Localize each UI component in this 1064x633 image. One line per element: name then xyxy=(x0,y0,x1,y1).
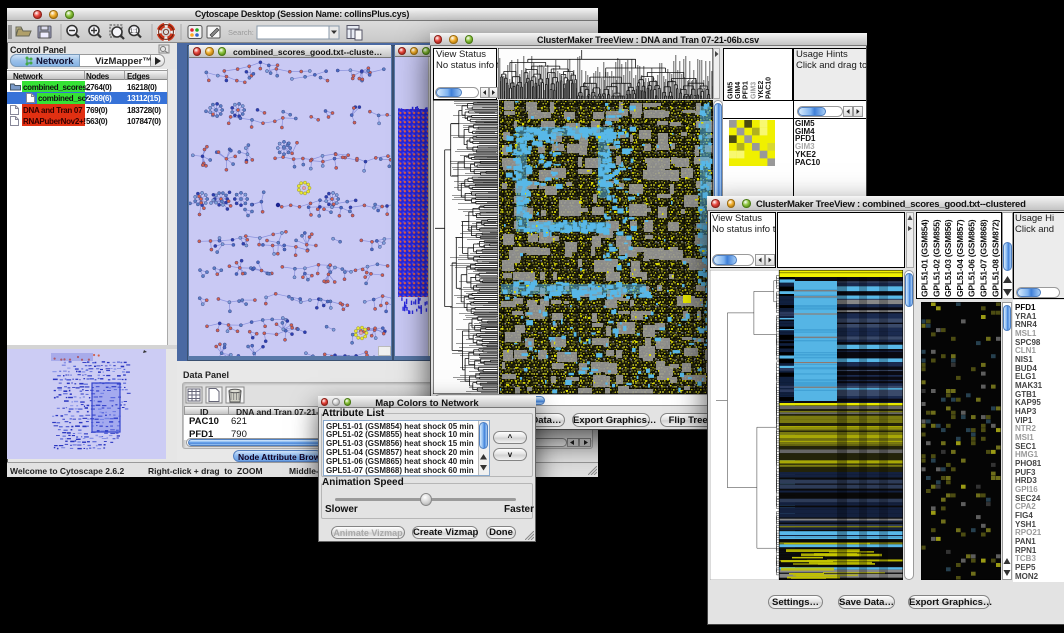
svg-text:GIM5: GIM5 xyxy=(728,82,735,99)
svg-text:PFD1: PFD1 xyxy=(743,81,750,99)
svg-text:GPL51-07 (GSM868): GPL51-07 (GSM868) xyxy=(979,219,989,297)
svg-text:GIM3: GIM3 xyxy=(750,82,757,99)
svg-text:GPL51-08 (GSM872): GPL51-08 (GSM872) xyxy=(990,219,1000,297)
svg-text:Search:: Search: xyxy=(228,28,254,37)
svg-text:GPL51-04 (GSM857): GPL51-04 (GSM857) xyxy=(955,219,965,297)
svg-text:PAC10: PAC10 xyxy=(766,77,773,99)
svg-text:GPL51-06 (GSM865): GPL51-06 (GSM865) xyxy=(967,219,977,297)
svg-text:YKE2: YKE2 xyxy=(758,81,765,99)
svg-text:1:1: 1:1 xyxy=(130,29,139,35)
svg-text:GPL51-02 (GSM855): GPL51-02 (GSM855) xyxy=(931,219,941,297)
svg-text:GIM4: GIM4 xyxy=(735,82,742,99)
svg-text:GPL51-01 (GSM854): GPL51-01 (GSM854) xyxy=(920,219,930,297)
svg-text:GPL51-03 (GSM856): GPL51-03 (GSM856) xyxy=(943,219,953,297)
